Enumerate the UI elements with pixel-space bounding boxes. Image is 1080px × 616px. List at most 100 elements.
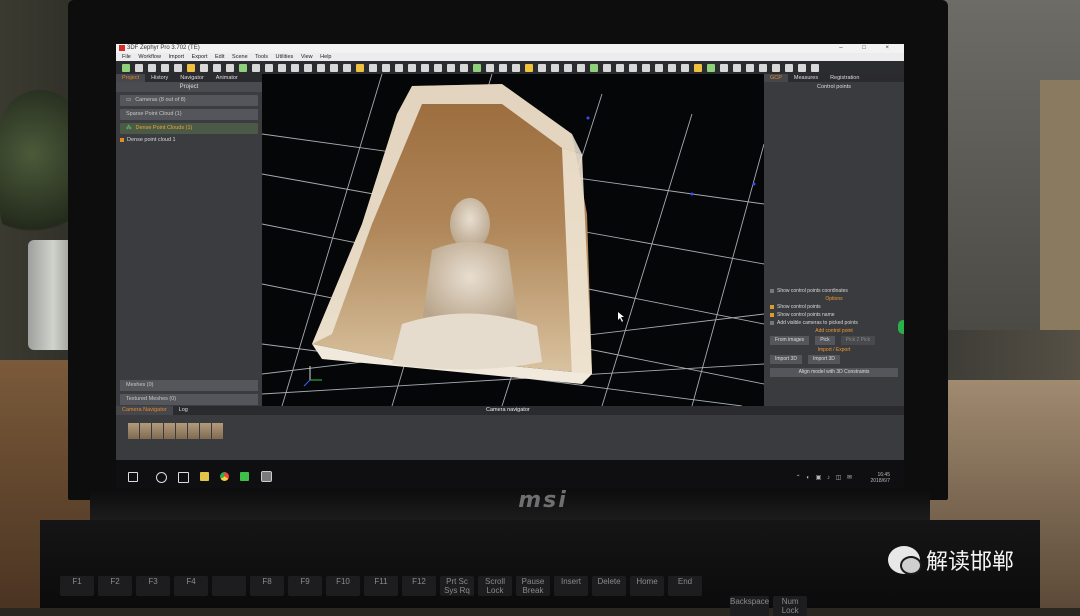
toolbar-tool-icon[interactable] [616, 63, 624, 72]
add-visible-cameras-checkbox[interactable]: Add visible cameras to picked points [770, 320, 898, 326]
tab-animator[interactable]: Animator [210, 74, 244, 82]
toolbar-tool-icon[interactable] [252, 63, 260, 72]
menu-file[interactable]: File [122, 54, 131, 60]
clock[interactable]: 16:45 2018/6/7 [871, 472, 890, 484]
toolbar-tool-icon[interactable] [694, 63, 702, 72]
toolbar-tool-icon[interactable] [200, 63, 208, 72]
toolbar-tool-icon[interactable] [434, 63, 442, 72]
toolbar-tool-icon[interactable] [668, 63, 676, 72]
tree-item-sparse-cloud[interactable]: Sparse Point Cloud (1) [120, 109, 258, 120]
tab-measures[interactable]: Measures [788, 74, 824, 82]
toolbar-tool-icon[interactable] [408, 63, 416, 72]
tree-subitem-dense-cloud-1[interactable]: Dense point cloud 1 [120, 137, 258, 143]
align-model-button[interactable]: Align model with 3D Constraints [770, 368, 898, 377]
tree-item-cameras[interactable]: ▭ Cameras (8 out of 8) [120, 95, 258, 106]
menu-workflow[interactable]: Workflow [138, 54, 161, 60]
toolbar-tool-icon[interactable] [226, 63, 234, 72]
tree-item-meshes[interactable]: Meshes (0) [120, 380, 258, 391]
toolbar-tool-icon[interactable] [655, 63, 663, 72]
toolbar-tool-icon[interactable] [525, 63, 533, 72]
tab-camera-navigator[interactable]: Camera Navigator [116, 406, 173, 415]
toolbar-tool-icon[interactable] [421, 63, 429, 72]
pick-2-pick-button[interactable]: Pick 2 Pick [840, 336, 876, 345]
chrome-icon[interactable] [220, 472, 229, 481]
toolbar-tool-icon[interactable] [538, 63, 546, 72]
camera-thumbnail[interactable] [200, 423, 211, 439]
menu-utilities[interactable]: Utilities [276, 54, 294, 60]
tab-history[interactable]: History [145, 74, 174, 82]
show-coords-checkbox[interactable]: Show control points coordinates [770, 288, 898, 294]
toolbar-tool-icon[interactable] [707, 63, 715, 72]
toolbar-tool-icon[interactable] [629, 63, 637, 72]
toolbar-tool-icon[interactable] [460, 63, 468, 72]
tree-item-dense-clouds[interactable]: ⁂ Dense Point Clouds (1) [120, 123, 258, 134]
3d-viewport[interactable] [262, 74, 764, 406]
folder-icon[interactable] [200, 472, 209, 481]
toolbar-tool-icon[interactable] [642, 63, 650, 72]
toolbar-tool-icon[interactable] [382, 63, 390, 72]
toolbar-tool-icon[interactable] [746, 63, 754, 72]
from-images-button[interactable]: From images [770, 336, 810, 345]
show-control-points-checkbox[interactable]: Show control points [770, 304, 898, 310]
tab-project[interactable]: Project [116, 74, 146, 82]
menu-tools[interactable]: Tools [255, 54, 268, 60]
toolbar-tool-icon[interactable] [811, 63, 819, 72]
menu-scene[interactable]: Scene [232, 54, 248, 60]
toolbar-tool-icon[interactable] [343, 63, 351, 72]
toolbar-tool-icon[interactable] [564, 63, 572, 72]
toolbar-tool-icon[interactable] [486, 63, 494, 72]
toolbar-tool-icon[interactable] [577, 63, 585, 72]
task-view-icon[interactable] [178, 472, 189, 483]
toolbar-tool-icon[interactable] [213, 63, 221, 72]
menu-export[interactable]: Export [192, 54, 208, 60]
toolbar-tool-icon[interactable] [473, 63, 481, 72]
toolbar-tool-icon[interactable] [356, 63, 364, 72]
pick-button[interactable]: Pick [815, 336, 835, 345]
toolbar-tool-icon[interactable] [395, 63, 403, 72]
show-names-checkbox[interactable]: Show control points name [770, 312, 898, 318]
menu-help[interactable]: Help [320, 54, 331, 60]
toolbar-tool-icon[interactable] [499, 63, 507, 72]
tab-gcp[interactable]: GCP [764, 74, 788, 82]
zephyr-taskbar-icon[interactable] [261, 471, 272, 482]
toolbar-tool-icon[interactable] [798, 63, 806, 72]
toolbar-tool-icon[interactable] [681, 63, 689, 72]
toolbar-tool-icon[interactable] [590, 63, 598, 72]
green-handle-icon[interactable] [898, 320, 904, 334]
camera-thumbnail[interactable] [128, 423, 139, 439]
toolbar-tool-icon[interactable] [148, 63, 156, 72]
menu-view[interactable]: View [301, 54, 313, 60]
wechat-icon[interactable] [240, 472, 249, 481]
window-controls[interactable]: – □ × [839, 44, 898, 53]
toolbar-tool-icon[interactable] [772, 63, 780, 72]
search-icon[interactable] [156, 472, 167, 483]
windows-start-icon[interactable] [128, 472, 138, 482]
toolbar-tool-icon[interactable] [187, 63, 195, 72]
toolbar-tool-icon[interactable] [759, 63, 767, 72]
toolbar-tool-icon[interactable] [122, 63, 130, 72]
tree-item-textured-meshes[interactable]: Textured Meshes (0) [120, 394, 258, 405]
toolbar-tool-icon[interactable] [785, 63, 793, 72]
camera-thumbnail[interactable] [176, 423, 187, 439]
toolbar-tool-icon[interactable] [330, 63, 338, 72]
system-tray-icons[interactable]: ⌃ ◐ ▣ ♪ ◫ ✉ [796, 474, 854, 481]
toolbar-tool-icon[interactable] [161, 63, 169, 72]
toolbar-tool-icon[interactable] [239, 63, 247, 72]
camera-thumbnail[interactable] [212, 423, 223, 439]
import-3d-button-2[interactable]: Import 3D [807, 355, 840, 364]
menu-import[interactable]: Import [168, 54, 184, 60]
toolbar-tool-icon[interactable] [551, 63, 559, 72]
toolbar-tool-icon[interactable] [174, 63, 182, 72]
toolbar-tool-icon[interactable] [512, 63, 520, 72]
toolbar-tool-icon[interactable] [291, 63, 299, 72]
menu-edit[interactable]: Edit [215, 54, 224, 60]
tab-registration[interactable]: Registration [824, 74, 865, 82]
camera-thumbnail[interactable] [164, 423, 175, 439]
import-3d-button[interactable]: Import 3D [770, 355, 802, 364]
toolbar-tool-icon[interactable] [733, 63, 741, 72]
camera-thumbnail[interactable] [152, 423, 163, 439]
toolbar-tool-icon[interactable] [317, 63, 325, 72]
toolbar-tool-icon[interactable] [278, 63, 286, 72]
camera-thumbnail[interactable] [140, 423, 151, 439]
tab-log[interactable]: Log [173, 406, 194, 415]
